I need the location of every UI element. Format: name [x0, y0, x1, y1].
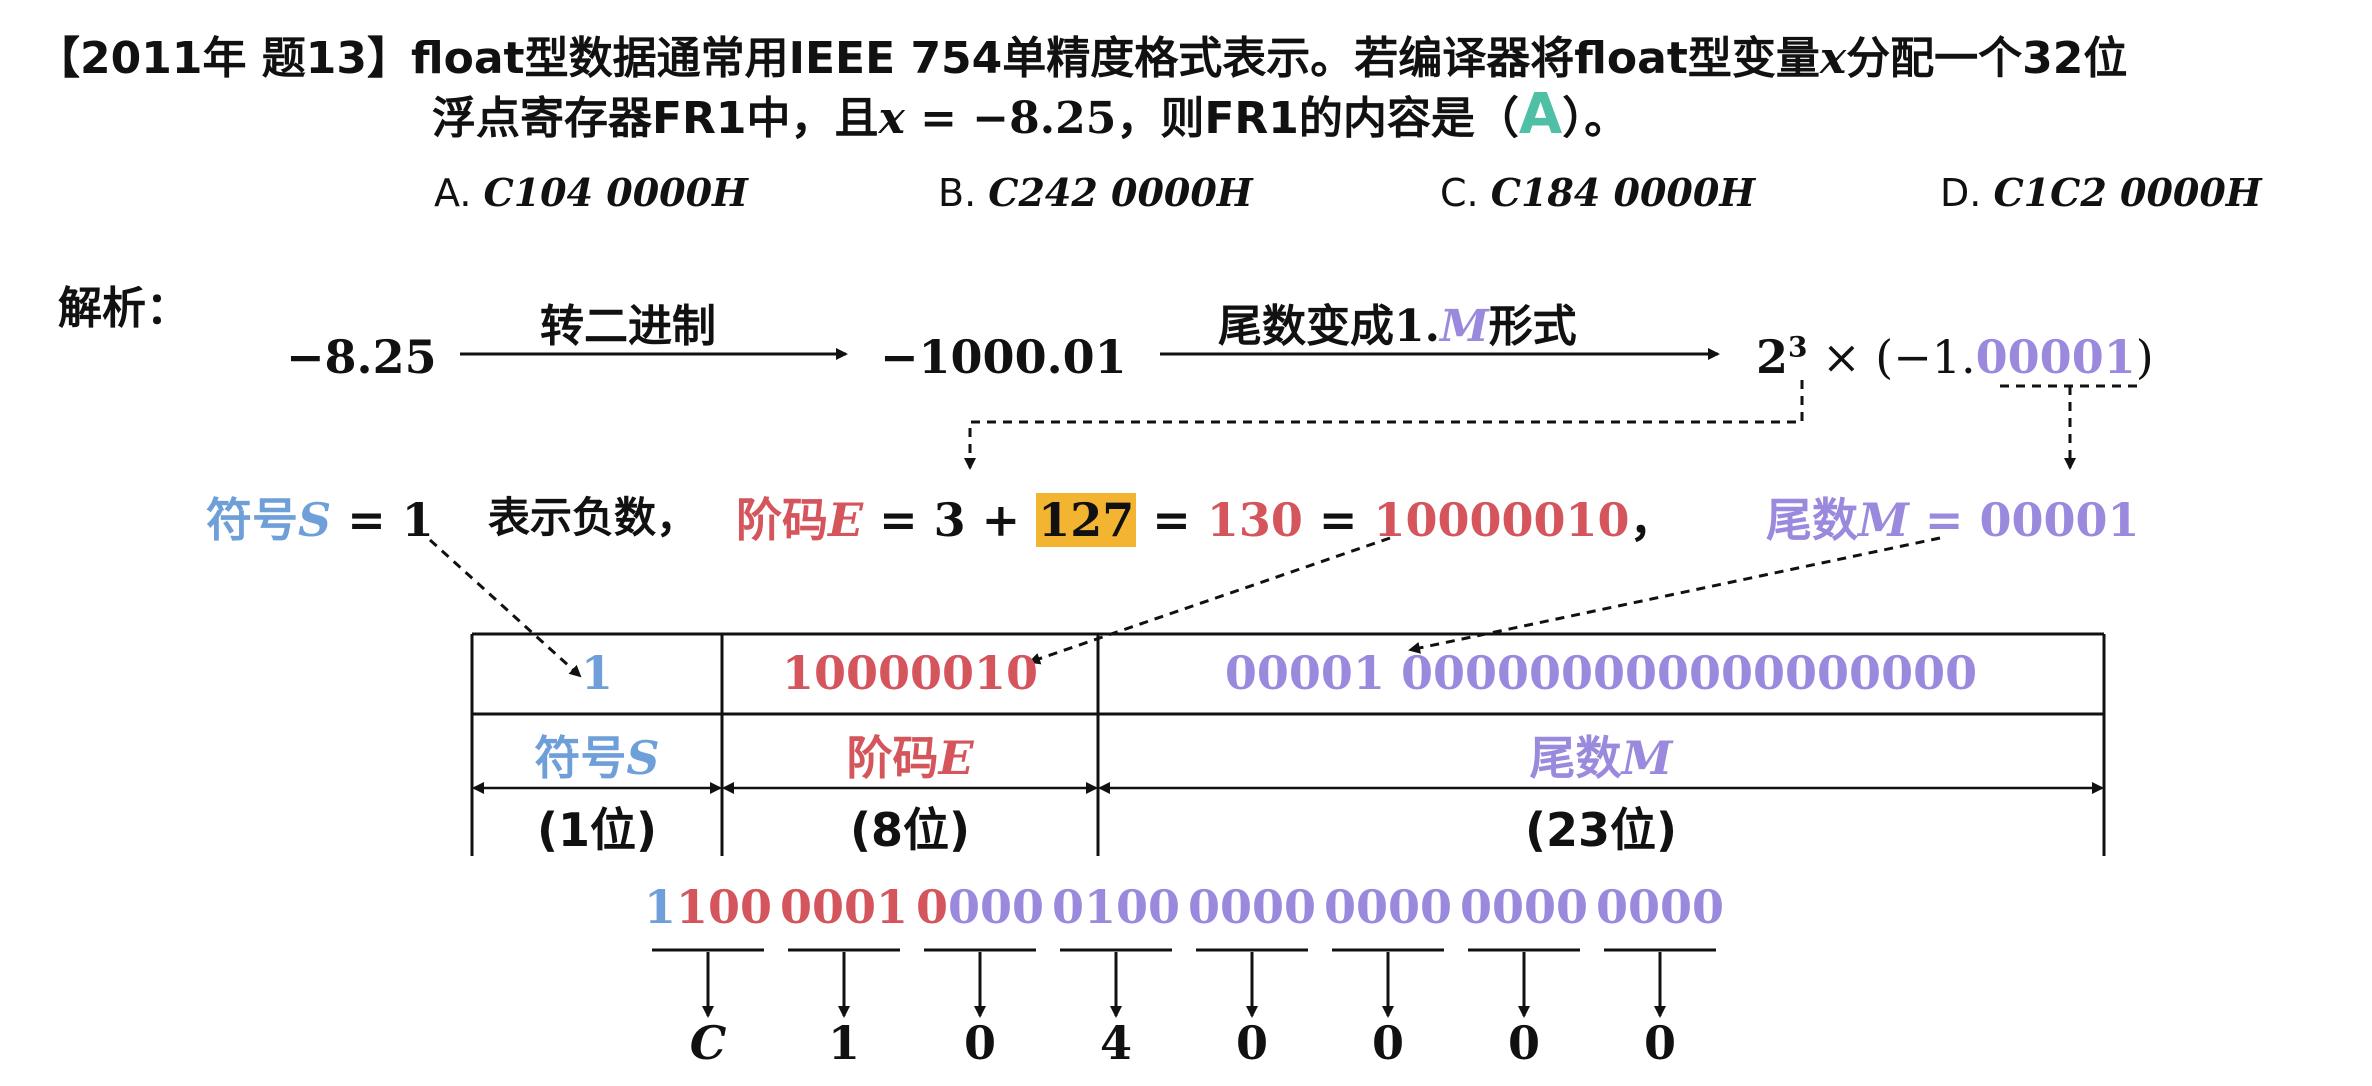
binary-group: 0001: [780, 880, 908, 934]
binary-bits-purple: 0000: [1595, 880, 1725, 934]
binary-group: 0000: [1596, 880, 1724, 934]
hex-digit: 0: [1235, 1016, 1269, 1070]
hex-digit: 1: [827, 1016, 861, 1070]
hex-digit: 4: [1099, 1016, 1133, 1070]
hex-digit: 0: [1371, 1016, 1405, 1070]
binary-group: 0000: [1460, 880, 1588, 934]
binary-bits-purple: 0000: [1187, 880, 1317, 934]
table-sign-bits: 1: [580, 646, 614, 700]
table-sign-width: (1位): [536, 803, 658, 857]
hex-digit: 0: [1507, 1016, 1541, 1070]
table-exponent-width: (8位): [849, 803, 971, 857]
diagram-lines: [428, 348, 2140, 1018]
binary-bits-purple: 0100: [1051, 880, 1181, 934]
hex-digit: 0: [963, 1016, 997, 1070]
binary-group: 0000: [1188, 880, 1316, 934]
binary-bits-red: 0001: [779, 880, 909, 934]
binary-bits-red: 0: [915, 880, 948, 934]
table-mantissa-width: (23位): [1524, 803, 1678, 857]
binary-bits-purple: 0000: [1323, 880, 1453, 934]
table-exponent-bits: 10000010: [781, 646, 1039, 700]
table-mantissa-bits: 00001 000000000000000000: [1224, 646, 1978, 700]
binary-bits-red: 100: [675, 880, 773, 934]
table-sign-label: 符号S: [534, 731, 660, 785]
hex-digit: C: [689, 1016, 727, 1070]
binary-group: 1100: [644, 880, 772, 934]
table-mantissa-label: 尾数M: [1529, 731, 1673, 785]
binary-group: 0100: [1052, 880, 1180, 934]
binary-group: 0000: [1324, 880, 1452, 934]
binary-bits-purple: 000: [947, 880, 1045, 934]
binary-bits-blue: 1: [643, 880, 676, 934]
hex-digit: 0: [1643, 1016, 1677, 1070]
binary-group: 0000: [916, 880, 1044, 934]
table-exponent-label: 阶码E: [846, 731, 974, 785]
binary-bits-purple: 0000: [1459, 880, 1589, 934]
